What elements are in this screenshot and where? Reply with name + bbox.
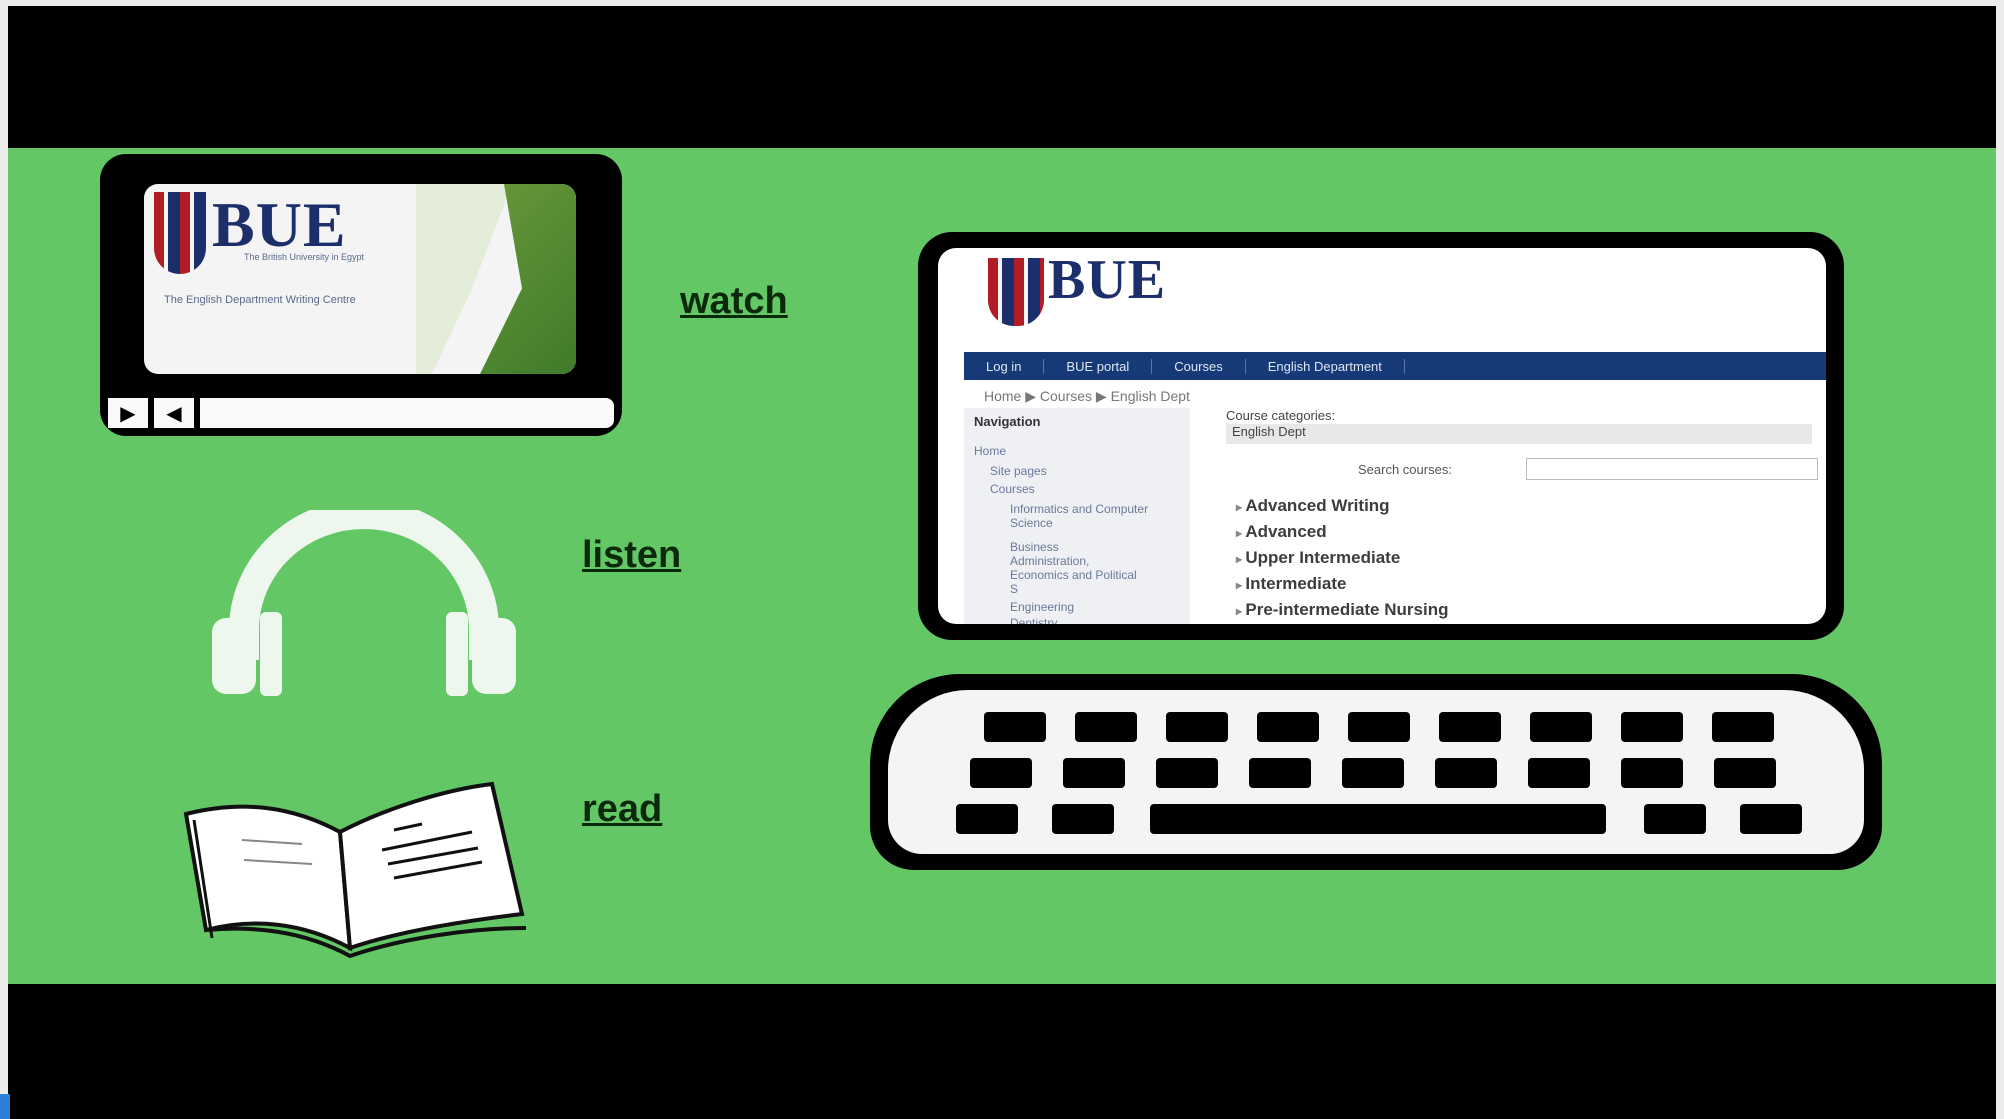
nav-item-engineering[interactable]: Engineering: [1010, 600, 1074, 614]
bue-crest-icon: [988, 258, 1044, 326]
navigation-block: Navigation Home Site pages Courses Infor…: [964, 408, 1190, 624]
search-courses-label: Search courses:: [1358, 462, 1452, 477]
video-logo: BUE: [212, 189, 347, 260]
watch-caption: watch: [680, 280, 788, 322]
nav-item-home[interactable]: Home: [974, 444, 1006, 458]
nav-item-business[interactable]: Business Administration, Economics and P…: [1010, 540, 1140, 596]
play-button[interactable]: ▶: [108, 398, 148, 428]
keyboard-key: [1528, 758, 1590, 788]
progress-bar[interactable]: [200, 398, 614, 428]
nav-item-site-pages[interactable]: Site pages: [990, 464, 1047, 478]
keyboard-key: [1342, 758, 1404, 788]
corner-accent: [0, 1094, 10, 1119]
read-caption: read: [582, 788, 663, 830]
rewind-button[interactable]: ◀: [154, 398, 194, 428]
nav-item-informatics[interactable]: Informatics and Computer Science: [1010, 502, 1160, 530]
search-courses-input[interactable]: [1526, 458, 1818, 480]
listen-caption: listen: [582, 534, 682, 576]
headphones-icon: [212, 510, 516, 696]
keyboard-key: [1249, 758, 1311, 788]
keyboard-key: [1740, 804, 1802, 834]
nav-courses[interactable]: Courses: [1152, 358, 1246, 374]
keyboard-key: [1530, 712, 1592, 742]
nav-english-dept[interactable]: English Department: [1246, 358, 1405, 374]
navigation-title: Navigation: [974, 414, 1041, 429]
course-categories-label: Course categories:: [1226, 408, 1336, 423]
keyboard-key: [1257, 712, 1319, 742]
laptop-keyboard: [870, 674, 1882, 870]
nav-login[interactable]: Log in: [964, 358, 1045, 374]
course-pre-intermediate-nursing[interactable]: Pre-intermediate Nursing: [1236, 600, 1448, 620]
watermark-logo: [1838, 880, 1928, 910]
course-advanced-writing[interactable]: Advanced Writing: [1236, 496, 1389, 516]
laptop-screen: BUE Log in BUE portal Courses English De…: [918, 232, 1844, 640]
keyboard-key: [1439, 712, 1501, 742]
keyboard-key: [1712, 712, 1774, 742]
keyboard-key: [956, 804, 1018, 834]
book-icon: [183, 781, 527, 958]
keyboard-key: [1166, 712, 1228, 742]
keyboard-key: [1644, 804, 1706, 834]
keyboard-key: [1621, 758, 1683, 788]
laptop-logo: BUE: [1048, 249, 1167, 311]
top-border: [0, 0, 2004, 6]
keyboard-key: [984, 712, 1046, 742]
nav-item-courses[interactable]: Courses: [990, 482, 1035, 496]
video-title: The English Department Writing Centre: [164, 294, 356, 306]
keyboard-key: [1348, 712, 1410, 742]
course-categories-select[interactable]: English Dept: [1226, 424, 1812, 444]
keyboard-key: [1156, 758, 1218, 788]
keyboard-key: [1621, 712, 1683, 742]
moodle-page[interactable]: BUE Log in BUE portal Courses English De…: [938, 248, 1826, 624]
video-controls: ▶ ◀: [108, 398, 614, 428]
left-border: [0, 0, 8, 1119]
bue-crest-icon: [154, 192, 206, 274]
course-advanced[interactable]: Advanced: [1236, 522, 1326, 542]
keyboard-key: [1435, 758, 1497, 788]
keyboard-surface: [888, 690, 1864, 854]
keyboard-key: [1075, 712, 1137, 742]
keyboard-key: [1052, 804, 1114, 834]
keyboard-key: [970, 758, 1032, 788]
right-border: [1996, 0, 2004, 1119]
nav-item-dentistry[interactable]: Dentistry: [1010, 616, 1057, 624]
moodle-navbar: Log in BUE portal Courses English Depart…: [964, 352, 1826, 380]
spacebar-key: [1150, 804, 1606, 834]
play-icon: ▶: [120, 402, 136, 425]
video-screen[interactable]: BUE The British University in Egypt The …: [144, 184, 576, 374]
course-intermediate[interactable]: Intermediate: [1236, 574, 1346, 594]
course-upper-intermediate[interactable]: Upper Intermediate: [1236, 548, 1400, 568]
main-content: Course categories: English Dept Search c…: [1208, 408, 1826, 624]
video-player[interactable]: BUE The British University in Egypt The …: [100, 154, 622, 436]
nav-portal[interactable]: BUE portal: [1044, 358, 1153, 374]
keyboard-key: [1714, 758, 1776, 788]
breadcrumb: Home ▶ Courses ▶ English Dept: [984, 388, 1190, 404]
rewind-icon: ◀: [166, 402, 182, 425]
keyboard-key: [1063, 758, 1125, 788]
video-logo-subtitle: The British University in Egypt: [244, 252, 365, 262]
